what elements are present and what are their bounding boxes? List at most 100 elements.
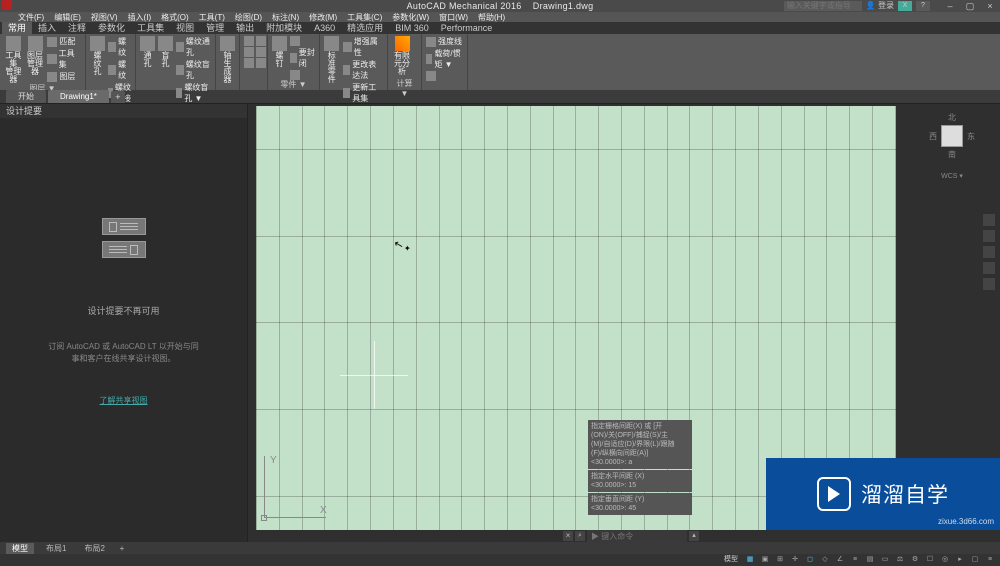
menu-tools[interactable]: 工具(T) [195, 12, 229, 23]
status-lineweight-button[interactable]: ≡ [849, 555, 861, 564]
nav-pan-button[interactable] [983, 230, 995, 242]
menu-window[interactable]: 窗口(W) [435, 12, 472, 23]
nav-showmotion-button[interactable] [983, 278, 995, 290]
ribbon-tab-bim360[interactable]: BIM 360 [389, 22, 435, 34]
app-logo-icon[interactable] [2, 0, 12, 10]
menu-insert[interactable]: 插入(I) [124, 12, 156, 23]
maximize-button[interactable]: ▢ [960, 0, 980, 12]
menu-file[interactable]: 文件(F) [14, 12, 48, 23]
cmdline-close-button[interactable]: × [563, 531, 573, 541]
ribbon-tab-home[interactable]: 常用 [2, 22, 32, 34]
menu-format[interactable]: 格式(O) [157, 12, 193, 23]
ucs-icon[interactable]: Y X [256, 454, 326, 524]
menu-parametric[interactable]: 参数化(W) [388, 12, 433, 23]
panel-footer-parts[interactable]: 零件 ▼ [272, 80, 315, 90]
status-model-label[interactable]: 模型 [721, 554, 741, 564]
through-hole-button[interactable]: 通孔 [140, 36, 155, 68]
status-transparency-button[interactable]: ▤ [864, 555, 876, 564]
menu-help[interactable]: 帮助(H) [474, 12, 509, 23]
drawing-tab[interactable]: Drawing1* [48, 90, 109, 103]
ribbon-tab-insert[interactable]: 插入 [32, 22, 62, 34]
thread-through-button[interactable]: 螺纹通孔 [176, 36, 211, 58]
layout2-tab[interactable]: 布局2 [78, 543, 110, 554]
layer-manager-button[interactable]: 图层管理器 [26, 36, 45, 76]
cmdline-search-icon[interactable]: ⌕ [575, 531, 585, 541]
status-osnap-button[interactable]: ◻ [804, 555, 816, 564]
layer-button[interactable]: 图层 [47, 71, 81, 82]
ribbon-tab-a360[interactable]: A360 [308, 22, 341, 34]
load-small-3[interactable] [426, 71, 463, 81]
layout1-tab[interactable]: 布局1 [40, 543, 72, 554]
exchange-icon[interactable]: X [898, 1, 912, 11]
ribbon-tab-toolset[interactable]: 工具集 [131, 22, 170, 34]
status-polar-button[interactable]: ✛ [789, 555, 801, 564]
standard-parts-button[interactable]: 标准零件 [324, 36, 340, 84]
status-hardware-button[interactable]: ▸ [954, 555, 966, 564]
change-expr-button[interactable]: 更改表达法 [343, 59, 383, 81]
start-tab[interactable]: 开始 [6, 90, 46, 103]
status-selection-button[interactable]: ▭ [879, 555, 891, 564]
status-otrack-button[interactable]: ∠ [834, 555, 846, 564]
add-layout-button[interactable]: + [117, 544, 127, 553]
toolset-manager-button[interactable]: 工具集管理器 [4, 36, 23, 84]
menu-view[interactable]: 视图(V) [87, 12, 122, 23]
status-snap-button[interactable]: ▣ [759, 555, 771, 564]
nav-zoom-button[interactable] [983, 246, 995, 258]
thread-blind-button[interactable]: 螺纹盲孔 [176, 59, 211, 81]
nav-orbit-button[interactable] [983, 262, 995, 274]
viewcube[interactable]: 北 西 东 南 WCS ▾ [924, 112, 980, 192]
status-clean-button[interactable]: ▢ [969, 555, 981, 564]
panel-footer-calc[interactable]: 计算 ▼ [392, 79, 417, 89]
ribbon-tab-output[interactable]: 输出 [230, 22, 260, 34]
thread-hole-button[interactable]: 螺纹孔 [90, 36, 105, 76]
toolset-button[interactable]: 工具集 [47, 48, 81, 70]
ribbon-tab-featured[interactable]: 精选应用 [341, 22, 389, 34]
menu-toolset[interactable]: 工具集(C) [343, 12, 386, 23]
enhance-attr-button[interactable]: 增强属性 [343, 36, 383, 58]
status-annoscale-button[interactable]: ⚖ [894, 555, 906, 564]
command-input[interactable] [587, 530, 687, 542]
status-customize-button[interactable]: ≡ [984, 555, 996, 564]
menu-draw[interactable]: 绘图(D) [231, 12, 266, 23]
viewcube-wcs-dropdown[interactable]: WCS ▾ [941, 172, 963, 180]
parts-small-1[interactable] [290, 36, 315, 46]
status-isolate-button[interactable]: ◎ [939, 555, 951, 564]
thread-blind-dropdown[interactable]: 螺纹盲孔 ▼ [176, 82, 211, 104]
shaft-generator-button[interactable]: 轴生成器 [220, 36, 235, 84]
parts-small-3[interactable] [290, 70, 315, 80]
nav-wheel-button[interactable] [983, 214, 995, 226]
minimize-button[interactable]: – [940, 0, 960, 12]
menu-dimension[interactable]: 标注(N) [268, 12, 303, 23]
menu-edit[interactable]: 编辑(E) [50, 12, 85, 23]
thread-1-button[interactable]: 螺纹 [108, 36, 131, 58]
viewcube-east[interactable]: 东 [967, 131, 975, 142]
help-search-input[interactable] [784, 1, 862, 11]
thread-2-button[interactable]: 螺纹 [108, 59, 131, 81]
fea-button[interactable]: 有限元分析 [392, 36, 412, 76]
status-monitor-button[interactable]: ☐ [924, 555, 936, 564]
close-button[interactable]: × [980, 0, 1000, 12]
parts-small-2[interactable]: 要封闭 [290, 47, 315, 69]
load-inertia-button[interactable]: 载荷/惯矩 ▼ [426, 48, 463, 70]
match-button[interactable]: 匹配 [47, 36, 81, 47]
login-link[interactable]: 👤 登录 [866, 0, 894, 11]
update-toolset-button[interactable]: 更新工具集 [343, 82, 383, 104]
blind-hole-button[interactable]: 盲孔 [158, 36, 173, 68]
new-tab-button[interactable]: + [111, 91, 125, 103]
viewcube-north[interactable]: 北 [948, 112, 956, 123]
viewcube-face[interactable] [941, 125, 963, 147]
viewcube-south[interactable]: 南 [948, 149, 956, 160]
status-3dosnap-button[interactable]: ◇ [819, 555, 831, 564]
menu-modify[interactable]: 修改(M) [305, 12, 341, 23]
strength-line-button[interactable]: 强度线 [426, 36, 463, 47]
ribbon-tab-performance[interactable]: Performance [435, 22, 499, 34]
mini-2-button[interactable] [244, 47, 266, 57]
ribbon-tab-view[interactable]: 视图 [170, 22, 200, 34]
ribbon-tab-addins[interactable]: 附加模块 [260, 22, 308, 34]
status-workspace-button[interactable]: ⚙ [909, 555, 921, 564]
ribbon-tab-manage[interactable]: 管理 [200, 22, 230, 34]
mini-3-button[interactable] [244, 58, 266, 68]
help-icon[interactable]: ? [916, 1, 930, 11]
mini-1-button[interactable] [244, 36, 266, 46]
cmdline-expand-button[interactable]: ▴ [689, 531, 699, 541]
